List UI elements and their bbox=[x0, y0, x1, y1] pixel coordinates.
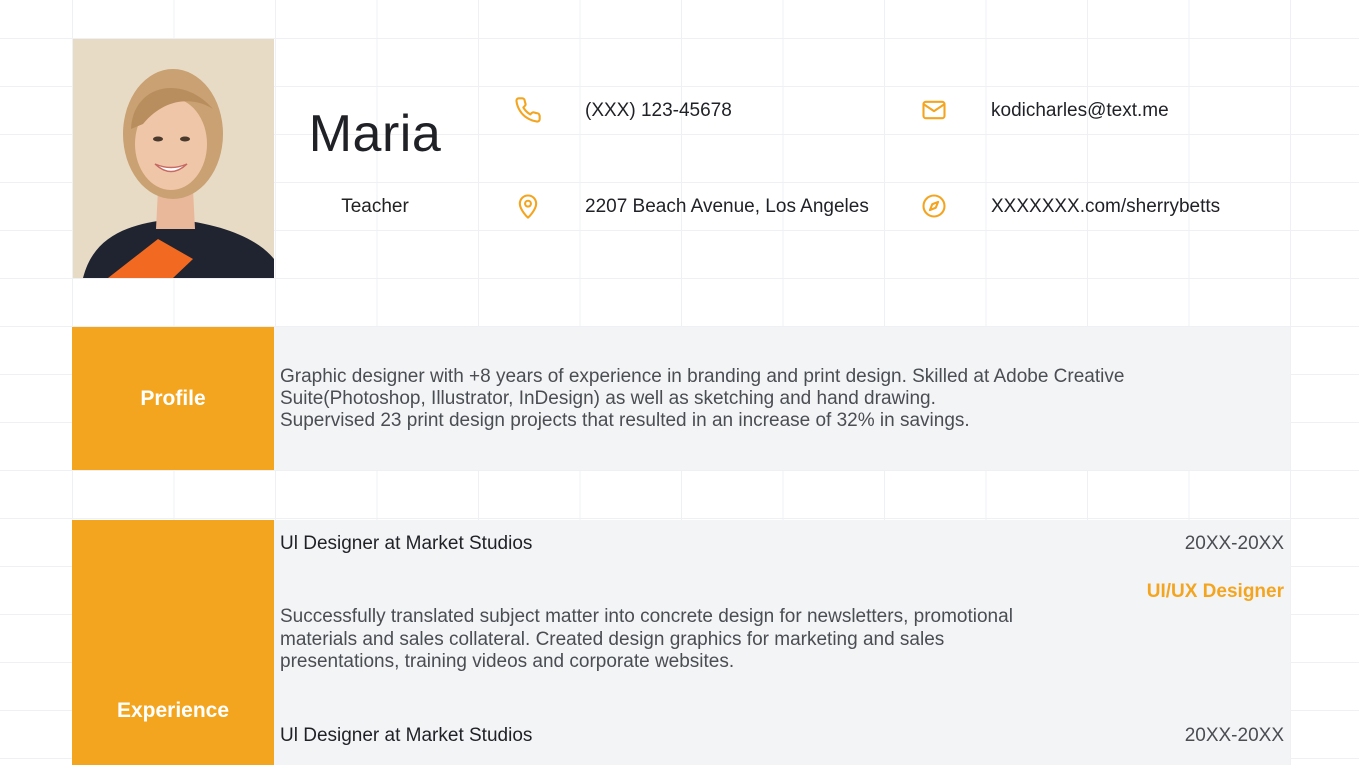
job-description-line: Successfully translated subject matter i… bbox=[280, 606, 1013, 627]
address: 2207 Beach Avenue, Los Angeles bbox=[585, 196, 869, 217]
mail-icon bbox=[920, 96, 948, 124]
profile-label-text: Profile bbox=[140, 386, 206, 410]
phone-icon bbox=[514, 96, 542, 124]
profile-line: Graphic designer with +8 years of experi… bbox=[280, 366, 1125, 387]
website-url[interactable]: XXXXXXX.com/sherrybetts bbox=[991, 196, 1220, 218]
profile-section-label: Profile bbox=[72, 327, 274, 470]
location-pin-icon bbox=[514, 192, 542, 220]
job-dates: 20XX-20XX bbox=[1184, 725, 1284, 746]
candidate-role: Teacher bbox=[341, 196, 409, 217]
portrait-image bbox=[73, 39, 274, 278]
profile-photo bbox=[73, 39, 274, 278]
job-description-line: materials and sales collateral. Created … bbox=[280, 629, 945, 650]
job-role: UI/UX Designer bbox=[1146, 581, 1284, 602]
job-title: Ul Designer at Market Studios bbox=[280, 725, 533, 746]
phone-number[interactable]: (XXX) 123-45678 bbox=[585, 100, 732, 122]
experience-label-text: Experience bbox=[116, 699, 230, 722]
email-address[interactable]: kodicharles@text.me bbox=[991, 100, 1169, 122]
compass-icon bbox=[920, 192, 948, 220]
profile-line: Supervised 23 print design projects that… bbox=[280, 410, 970, 431]
experience-section-label: Experience bbox=[72, 520, 274, 765]
job-title: Ul Designer at Market Studios bbox=[280, 533, 533, 554]
profile-line: Suite(Photoshop, Illustrator, InDesign) … bbox=[280, 388, 936, 409]
job-dates: 20XX-20XX bbox=[1184, 533, 1284, 554]
job-description-line: presentations, training videos and corpo… bbox=[280, 651, 735, 672]
candidate-name: Maria bbox=[308, 105, 442, 163]
